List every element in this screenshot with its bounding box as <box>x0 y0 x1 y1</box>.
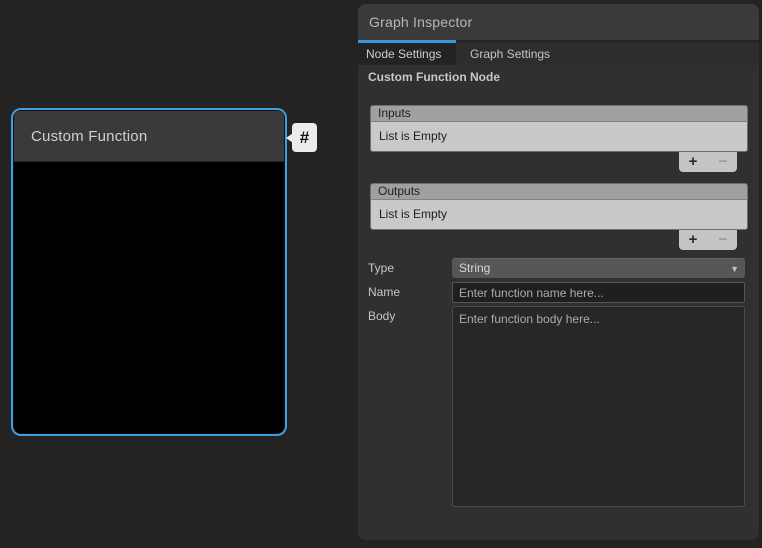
name-label: Name <box>368 285 400 299</box>
section-heading: Custom Function Node <box>368 70 500 84</box>
function-body-textarea[interactable] <box>452 306 745 507</box>
body-label: Body <box>368 309 395 323</box>
graph-inspector-panel: Graph Inspector Node Settings Graph Sett… <box>358 4 759 540</box>
tab-strip: Node Settings Graph Settings <box>358 43 759 65</box>
outputs-list-footer: + − <box>679 230 737 250</box>
custom-function-node[interactable]: Custom Function <box>14 111 284 433</box>
tab-graph-settings[interactable]: Graph Settings <box>456 43 564 65</box>
node-body <box>14 162 284 432</box>
tab-node-settings[interactable]: Node Settings <box>358 43 456 65</box>
inputs-list: Inputs List is Empty + − <box>370 105 748 152</box>
graph-canvas[interactable]: Custom Function # Graph Inspector Node S… <box>0 0 762 548</box>
hash-icon: # <box>300 128 309 148</box>
chevron-down-icon: ▼ <box>730 260 739 278</box>
type-dropdown[interactable]: String ▼ <box>452 258 745 278</box>
inspector-title: Graph Inspector <box>369 14 472 30</box>
inputs-list-footer: + − <box>679 152 737 172</box>
node-header[interactable]: Custom Function <box>14 111 284 162</box>
outputs-add-button[interactable]: + <box>682 231 704 249</box>
node-hash-badge[interactable]: # <box>292 123 317 152</box>
type-dropdown-value: String <box>459 261 490 275</box>
inputs-list-empty-row: List is Empty <box>370 122 748 152</box>
outputs-list-empty-row: List is Empty <box>370 200 748 230</box>
tab-indicator-row <box>358 40 759 43</box>
type-label: Type <box>368 261 394 275</box>
outputs-list: Outputs List is Empty + − <box>370 183 748 230</box>
inputs-list-header: Inputs <box>370 105 748 122</box>
outputs-list-header: Outputs <box>370 183 748 200</box>
node-title: Custom Function <box>31 128 147 145</box>
active-tab-indicator <box>358 40 456 43</box>
inputs-add-button[interactable]: + <box>682 153 704 171</box>
outputs-remove-button[interactable]: − <box>712 231 734 249</box>
function-name-input[interactable] <box>452 282 745 303</box>
inputs-remove-button[interactable]: − <box>712 153 734 171</box>
inspector-titlebar[interactable]: Graph Inspector <box>358 4 759 40</box>
